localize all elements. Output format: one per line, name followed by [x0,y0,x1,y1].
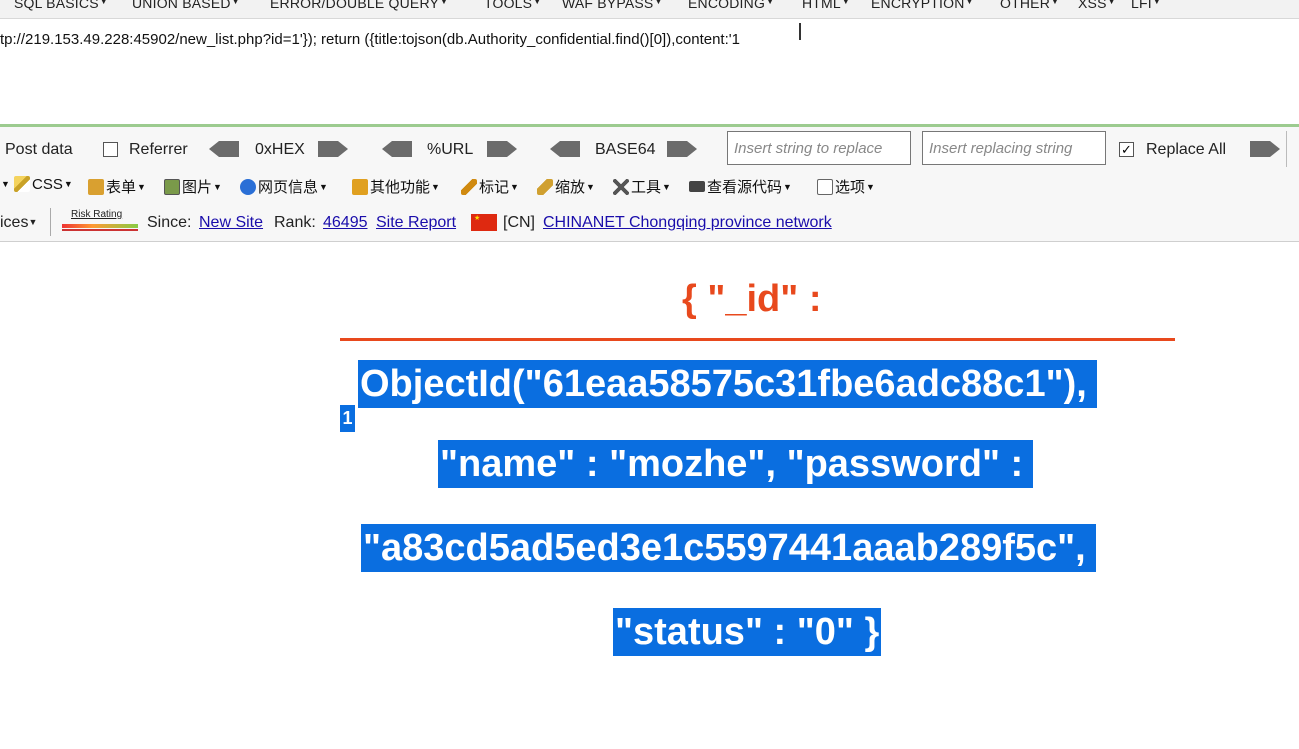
info-icon [240,179,256,195]
risk-rating-bar [62,224,138,228]
referrer-checkbox[interactable] [103,142,118,157]
menu-union-based[interactable]: UNION BASED▼ [132,0,240,11]
since-link[interactable]: New Site [199,214,263,232]
menu-encryption[interactable]: ENCRYPTION▼ [871,0,974,11]
risk-rating-underline [62,229,138,231]
content-line-name-password: "name" : "mozhe", "password" : [438,440,1034,488]
title-underline [340,338,1175,341]
url-textarea[interactable]: tp://219.153.49.228:45902/new_list.php?i… [0,19,1299,124]
toolbar-page-info[interactable]: 网页信息▼ [240,176,328,197]
replace-go-arrow-icon[interactable] [1250,141,1280,157]
site-report-link[interactable]: Site Report [376,214,456,232]
rank-link[interactable]: 46495 [323,214,368,232]
hackbar-controls: Post data Referrer 0xHEX %URL BASE64 Ins… [0,127,1299,172]
menu-lfi[interactable]: LFI▼ [1131,0,1161,11]
base64-decode-arrow-icon[interactable] [550,141,580,157]
toolbar-image[interactable]: 图片▼ [164,176,222,197]
tools-icon [613,179,629,195]
menu-other[interactable]: OTHER▼ [1000,0,1059,11]
options-icon [817,179,833,195]
replacing-string-input[interactable]: Insert replacing string [922,131,1106,165]
rank-label: Rank: [274,214,316,231]
hackbar-menubar: SQL BASICS▼ UNION BASED▼ ERROR/DOUBLE QU… [0,0,1299,19]
divider [1286,131,1287,167]
css-pencil-icon [14,176,30,192]
toolbar-form[interactable]: 表单▼ [88,176,146,197]
url-text: tp://219.153.49.228:45902/new_list.php?i… [0,31,740,48]
country-code: [CN] [503,214,535,231]
url-decode-arrow-icon[interactable] [382,141,412,157]
menu-encoding[interactable]: ENCODING▼ [688,0,774,11]
toolbar-css[interactable]: CSS▼ [14,176,73,193]
menu-error-double-query[interactable]: ERROR/DOUBLE QUERY▼ [270,0,448,11]
menu-xss[interactable]: XSS▼ [1078,0,1116,11]
marker-icon [461,179,477,195]
menu-waf-bypass[interactable]: WAF BYPASS▼ [562,0,663,11]
replace-all-checkbox[interactable]: ✓ [1119,142,1134,157]
toolbar-tools[interactable]: 工具▼ [613,176,671,197]
content-line-hash: "a83cd5ad5ed3e1c5597441aaab289f5c", [361,524,1096,572]
since-label: Since: [147,214,192,231]
toolbar-misc[interactable]: 其他功能▼ [352,176,440,197]
form-icon [88,179,104,195]
services-menu[interactable]: ices▼ [0,214,37,232]
toolbar-zoom[interactable]: 缩放▼ [537,176,595,197]
menu-tools[interactable]: TOOLS▼ [484,0,541,11]
replace-string-input[interactable]: Insert string to replace [727,131,911,165]
base64-encode-arrow-icon[interactable] [667,141,697,157]
post-data-label[interactable]: Post data [5,141,73,159]
menu-html[interactable]: HTML▼ [802,0,850,11]
toolbar-options[interactable]: 选项▼ [817,176,875,197]
misc-icon [352,179,368,195]
hex-label: 0xHEX [255,141,305,158]
divider [50,208,51,236]
risk-rating-icon[interactable]: Risk Rating [62,209,138,233]
base64-label: BASE64 [595,141,656,158]
toolbar-leading-caret[interactable]: ▼ [0,176,10,193]
source-icon [689,181,705,192]
url-encode-arrow-icon[interactable] [487,141,517,157]
menu-sql-basics[interactable]: SQL BASICS▼ [14,0,108,11]
site-info-bar: ices▼ Risk Rating Since: New Site Rank: … [0,201,1299,242]
replace-all-label[interactable]: Replace All [1146,141,1226,159]
content-line-objectid: ObjectId("61eaa58575c31fbe6adc88c1"), [358,360,1097,408]
toolbar-marker[interactable]: 标记▼ [461,176,519,197]
url-encode-label: %URL [427,141,474,158]
page-content: { "_id" : ObjectId("61eaa58575c31fbe6adc… [0,242,1299,749]
content-line-status: "status" : "0" } [613,608,882,656]
image-icon [164,179,180,195]
web-developer-toolbar: ▼ CSS▼ 表单▼ 图片▼ 网页信息▼ 其他功能▼ 标记▼ 缩放▼ 工具▼ 查… [0,172,1299,201]
zoom-ruler-icon [537,179,553,195]
risk-rating-label: Risk Rating [71,209,123,220]
text-cursor-icon [799,23,801,40]
toolbar-view-source[interactable]: 查看源代码▼ [689,176,792,197]
china-flag-icon: ★ [471,214,497,231]
hex-encode-arrow-icon[interactable] [318,141,348,157]
hex-decode-arrow-icon[interactable] [209,141,239,157]
isp-link[interactable]: CHINANET Chongqing province network [543,214,832,232]
referrer-label[interactable]: Referrer [129,141,188,159]
content-small-text: 1 [340,405,355,432]
page-title: { "_id" : [682,278,822,320]
